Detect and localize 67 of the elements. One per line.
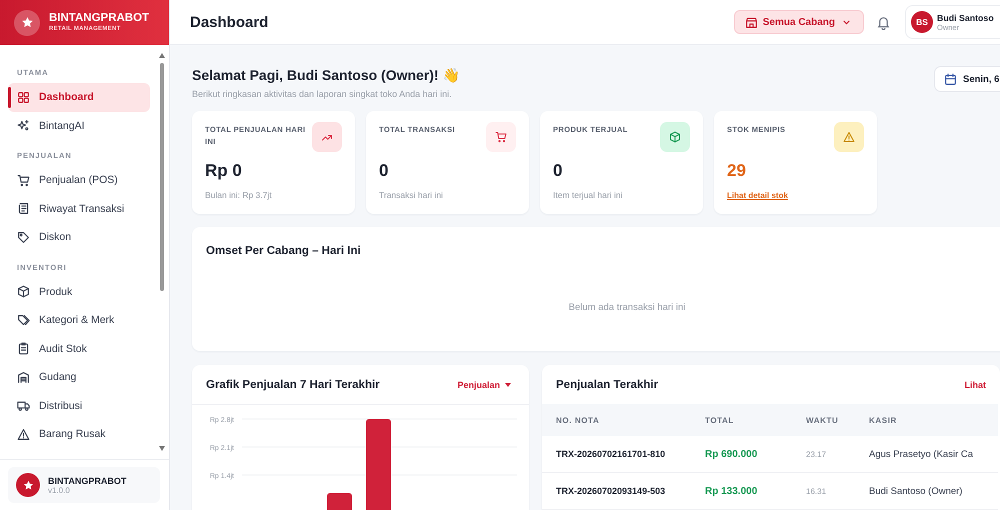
card-title: Grafik Penjualan 7 Hari Terakhir <box>206 378 380 390</box>
stat-value: 0 <box>553 161 562 181</box>
nav-item[interactable]: BintangAI <box>8 112 150 140</box>
column-header: KASIR <box>869 416 897 424</box>
stat-value: Rp 0 <box>205 161 242 181</box>
nav-item[interactable]: Audit Stok <box>8 334 150 363</box>
warning-icon <box>843 131 855 143</box>
branch-dropdown[interactable]: Semua Cabang <box>734 10 864 34</box>
user-avatar: BS <box>911 11 933 33</box>
stat-note: Bulan ini: Rp 3.7jt <box>205 190 272 200</box>
logo-icon <box>16 473 40 497</box>
tag-icon <box>17 230 30 244</box>
column-header: NO. NOTA <box>556 416 600 424</box>
card-title: Penjualan Terakhir <box>556 378 658 390</box>
stat-note: Item terjual hari ini <box>553 190 622 200</box>
table-cell: 16.31 <box>806 486 826 496</box>
table-cell: Budi Santoso (Owner) <box>869 486 962 496</box>
greeting-subtitle: Berikut ringkasan aktivitas dan laporan singkat toko Anda hari ini. <box>192 89 453 99</box>
metric-dropdown[interactable]: Penjualan <box>457 380 511 390</box>
nav-item[interactable]: Dashboard <box>8 83 150 112</box>
clipboard-icon <box>17 342 30 356</box>
nav-item[interactable]: Riwayat Transaksi <box>8 194 150 223</box>
nav-item[interactable]: Barang Rusak <box>8 420 150 448</box>
receipt-icon <box>17 202 30 216</box>
table-cell: Rp 690.000 <box>705 448 758 460</box>
box-icon <box>669 131 681 143</box>
table-cell: Agus Prasetyo (Kasir Ca <box>869 448 974 460</box>
app-version: v1.0.0 <box>48 486 71 494</box>
app-name: BINTANGPRABOT <box>48 476 126 486</box>
cart-icon <box>17 174 30 187</box>
stat-note: Transaksi hari ini <box>379 190 443 200</box>
empty-message: Belum ada transaksi hari ini <box>568 302 686 312</box>
tags-icon <box>17 314 30 327</box>
caret-icon <box>505 382 511 386</box>
cart-icon <box>495 131 507 143</box>
nav-item[interactable]: Penjualan (POS) <box>8 166 150 194</box>
table-cell: TRX-20260702093149-503 <box>556 486 666 496</box>
greeting-title: Selamat Pagi, Budi Santoso (Owner)! 👋 <box>192 67 460 83</box>
calendar-icon <box>944 72 957 86</box>
box-icon <box>17 285 30 298</box>
grid-icon <box>17 90 30 104</box>
nav-item[interactable]: Diskon <box>8 223 150 252</box>
warning-icon <box>17 428 30 441</box>
column-header: TOTAL <box>705 416 734 424</box>
column-header: WAKTU <box>806 416 838 424</box>
sparkles-icon <box>17 119 30 132</box>
nav-item[interactable]: Kategori & Merk <box>8 306 150 334</box>
truck-icon <box>17 399 30 412</box>
page-title: Dashboard <box>190 14 270 30</box>
logo-icon <box>14 10 40 36</box>
notification-icon[interactable] <box>876 14 891 30</box>
nav-item[interactable]: Gudang <box>8 363 150 392</box>
nav-item[interactable]: Produk <box>8 278 150 306</box>
store-icon <box>744 16 758 28</box>
scrollbar[interactable] <box>159 53 165 451</box>
view-all-link[interactable]: Lihat <box>964 380 986 390</box>
card-title: Omset Per Cabang – Hari Ini <box>206 245 361 257</box>
table-cell: Rp 133.000 <box>705 486 758 496</box>
table-cell: 23.17 <box>806 450 826 458</box>
brand-name: BINTANGPRABOT <box>49 12 150 25</box>
date-button[interactable]: Senin, 6 <box>934 66 1000 92</box>
warehouse-icon <box>17 370 30 384</box>
stat-value: 0 <box>379 161 388 181</box>
stat-value: 29 <box>727 161 746 181</box>
nav-item[interactable]: Distribusi <box>8 392 150 420</box>
user-name: Budi Santoso <box>937 12 994 22</box>
table-cell: TRX-20260702161701-810 <box>556 449 666 459</box>
